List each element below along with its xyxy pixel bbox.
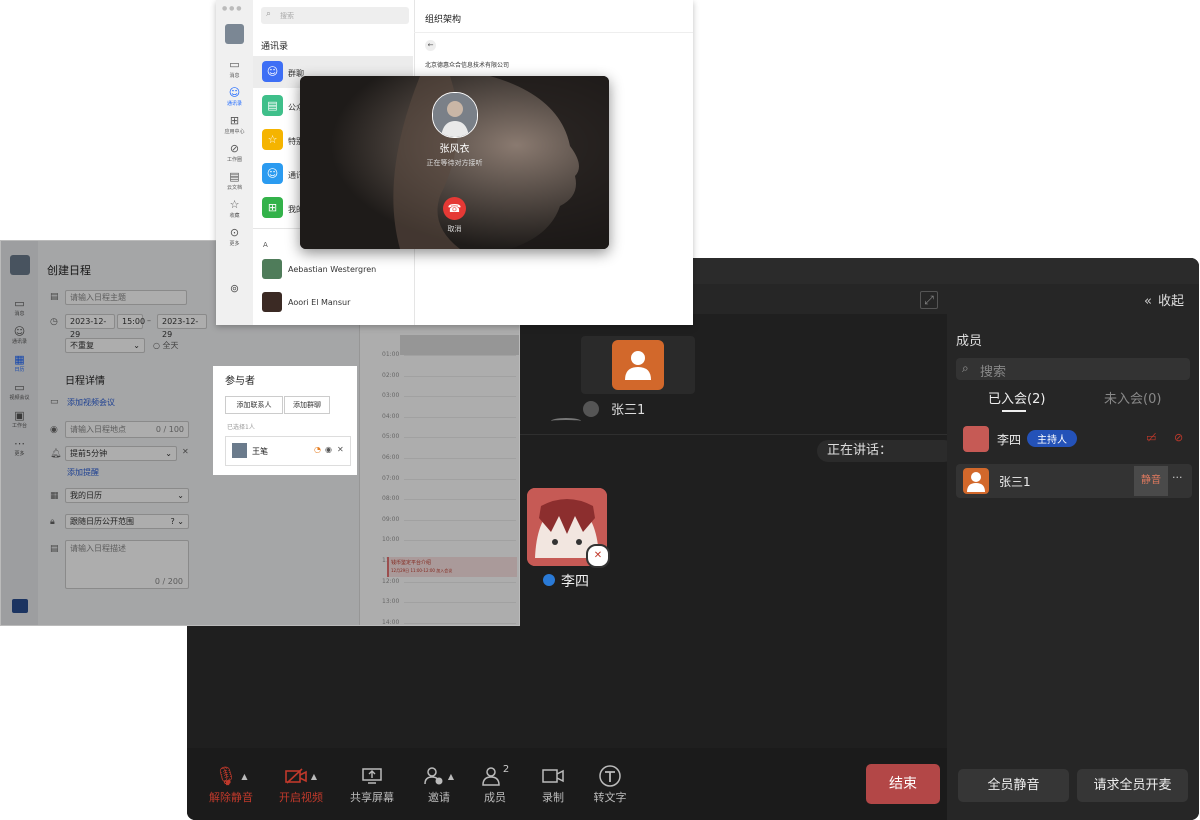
caller-avatar (432, 92, 478, 138)
group-chat-icon: ☺ (262, 61, 283, 82)
nav-more[interactable]: ⊙ 更多 (216, 226, 253, 247)
message-icon: ▭ (229, 58, 240, 71)
hang-up-button[interactable]: ☎ (443, 197, 466, 220)
speaker-name: 李四 (561, 574, 589, 590)
members-icon (482, 767, 500, 786)
star-icon: ☆ (262, 129, 283, 150)
nav-cloud-docs[interactable]: ▤ 云文档 (216, 170, 253, 191)
avatar (262, 292, 282, 312)
document-icon: ▤ (229, 170, 240, 183)
search-icon: ⌕ (962, 361, 969, 375)
address-book-icon: ☺ (262, 163, 283, 184)
mic-muted-icon: ✕ (586, 544, 610, 568)
double-chevron-left-icon: « (1144, 294, 1152, 309)
host-icon (543, 574, 555, 586)
member-row[interactable]: 张三1 静音 ··· (956, 464, 1192, 498)
mic-muted-icon[interactable]: ⊘ (1174, 431, 1183, 444)
record-button[interactable]: 录制 (523, 763, 583, 805)
org-chart-icon: ⊞ (262, 197, 283, 218)
tab-joined[interactable]: 已入会(2) (988, 388, 1045, 407)
settings-icon[interactable]: ⊚ (216, 282, 253, 296)
avatar (262, 259, 282, 279)
star-icon: ☆ (229, 198, 240, 211)
speaking-indicator: 正在讲话： (817, 440, 955, 462)
mute-all-button[interactable]: 全员静音 (958, 769, 1069, 802)
official-account-icon: ▤ (262, 95, 283, 116)
add-group-button[interactable]: 添加群聊 (284, 396, 330, 414)
participant-item[interactable]: 王笔 ◔ ◉ ✕ (225, 436, 351, 466)
org-header: 组织架构 (425, 15, 462, 25)
end-meeting-button[interactable]: 结束 (866, 764, 940, 804)
phone-hangup-icon: ☎ (447, 202, 462, 215)
nav-favorites[interactable]: ☆ 收藏 (216, 198, 253, 219)
more-icon[interactable]: ··· (1172, 471, 1183, 484)
participants-title: 参与者 (225, 376, 255, 387)
eye-icon[interactable]: ◉ (325, 445, 332, 454)
nav-app-center[interactable]: ⊞ 应用中心 (216, 114, 253, 135)
nav-messages[interactable]: ▭ 消息 (216, 58, 253, 79)
contact-row[interactable]: Aebastian Westergren (253, 257, 413, 283)
cancel-label: 取消 (447, 225, 462, 233)
member-row[interactable]: 李四 主持人 ▭̸ ⊘ (956, 424, 1190, 454)
organizer-icon: ◔ (314, 445, 321, 454)
window-controls[interactable]: ● ● ● (222, 5, 242, 12)
participants-popover: 参与者 添加联系人 添加群聊 已选择1人 王笔 ◔ ◉ ✕ (213, 366, 357, 475)
call-popup: 张风衣 正在等待对方接听 ☎ 取消 (300, 76, 609, 249)
user-avatar-icon (612, 340, 664, 390)
search-icon: ⌕ (266, 9, 272, 19)
nav-contacts[interactable]: ☺ 通讯录 (216, 86, 253, 107)
letter-index: A (263, 241, 268, 249)
add-contact-button[interactable]: 添加联系人 (225, 396, 283, 414)
transcribe-button[interactable]: 转文字 (580, 763, 640, 805)
member-search-input[interactable]: ⌕ 搜索 (956, 358, 1190, 380)
video-off-icon (285, 768, 307, 784)
nav-work-circle[interactable]: ⊘ 工作圈 (216, 142, 253, 163)
close-icon[interactable]: ✕ (337, 445, 344, 454)
unmute-all-button[interactable]: 请求全员开麦 (1077, 769, 1188, 802)
host-badge: 主持人 (1027, 430, 1077, 447)
selected-count: 已选择1人 (227, 424, 255, 431)
start-video-button[interactable]: ▲ 开启视频 (271, 763, 331, 805)
tab-not-joined[interactable]: 未入会(0) (1104, 388, 1161, 407)
tile-divider (551, 418, 581, 424)
more-icon: ⊙ (229, 226, 240, 239)
apps-icon: ⊞ (229, 114, 240, 127)
avatar (963, 426, 989, 452)
contacts-search-input[interactable]: ⌕ 搜索 (261, 7, 409, 24)
collapse-button[interactable]: «收起 (1144, 290, 1184, 309)
divider (414, 32, 693, 33)
members-count-badge: 2 (502, 763, 510, 775)
transcribe-icon (599, 765, 621, 787)
invite-button[interactable]: ▲ 邀请 (409, 763, 469, 805)
members-button[interactable]: 2 成员 (465, 763, 525, 805)
share-screen-icon (362, 768, 382, 784)
mute-member-button[interactable]: 静音 (1134, 466, 1168, 496)
call-status: 正在等待对方接听 (426, 159, 483, 167)
participant-tile[interactable] (581, 336, 695, 394)
fullscreen-icon[interactable]: ⤢ (920, 291, 938, 309)
share-screen-button[interactable]: 共享屏幕 (342, 763, 402, 805)
back-arrow-icon[interactable]: ← (425, 40, 436, 51)
record-icon (542, 769, 564, 783)
compass-icon: ⊘ (229, 142, 240, 155)
tab-indicator (1002, 410, 1026, 412)
contact-row[interactable]: Aoori El Mansur (253, 290, 413, 316)
mic-icon (583, 401, 599, 417)
unmute-button[interactable]: 🎙 ▲ 解除静音 (201, 763, 261, 805)
invite-icon (424, 767, 443, 785)
contacts-icon: ☺ (228, 86, 241, 99)
user-avatar-icon (963, 468, 989, 494)
avatar (232, 443, 247, 458)
mic-muted-icon: 🎙 (214, 765, 238, 787)
section-title: 通讯录 (261, 42, 289, 52)
panel-title: 成员 (956, 334, 983, 349)
avatar[interactable] (225, 24, 244, 44)
org-name: 北京德惠众合信息技术有限公司 (425, 62, 510, 69)
tile-name: 张三1 (611, 403, 646, 418)
caller-name: 张风衣 (439, 144, 470, 155)
video-off-icon[interactable]: ▭̸ (1146, 431, 1156, 444)
